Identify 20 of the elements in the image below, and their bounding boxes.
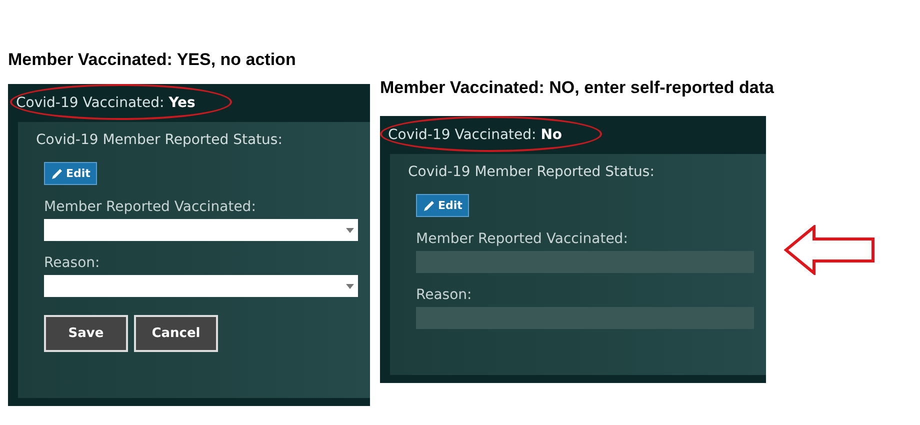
dropdown-field[interactable] — [44, 275, 358, 297]
section-title: Covid-19 Member Reported Status: — [36, 132, 284, 148]
pencil-icon — [423, 200, 435, 212]
field-label: Member Reported Vaccinated: — [44, 199, 257, 215]
caption: Member Vaccinated: NO, enter self-reported data — [380, 78, 775, 98]
caret-icon — [346, 228, 354, 232]
caption: Member Vaccinated: YES, no action — [8, 50, 297, 70]
action-button[interactable]: Cancel — [134, 315, 218, 352]
vaccination-status: Covid-19 Vaccinated: Yes — [16, 95, 196, 111]
edit-button[interactable]: Edit — [44, 162, 98, 185]
action-button[interactable]: Save — [44, 315, 128, 352]
pencil-icon — [51, 168, 63, 180]
field-label: Member Reported Vaccinated: — [416, 231, 629, 247]
field-label: Reason: — [44, 255, 101, 271]
section-title: Covid-19 Member Reported Status: — [408, 164, 656, 180]
field-label: Reason: — [416, 287, 473, 303]
edit-button[interactable]: Edit — [416, 194, 470, 217]
caret-icon — [346, 284, 354, 288]
vaccination-status: Covid-19 Vaccinated: No — [388, 127, 562, 143]
dropdown-field[interactable] — [44, 219, 358, 241]
